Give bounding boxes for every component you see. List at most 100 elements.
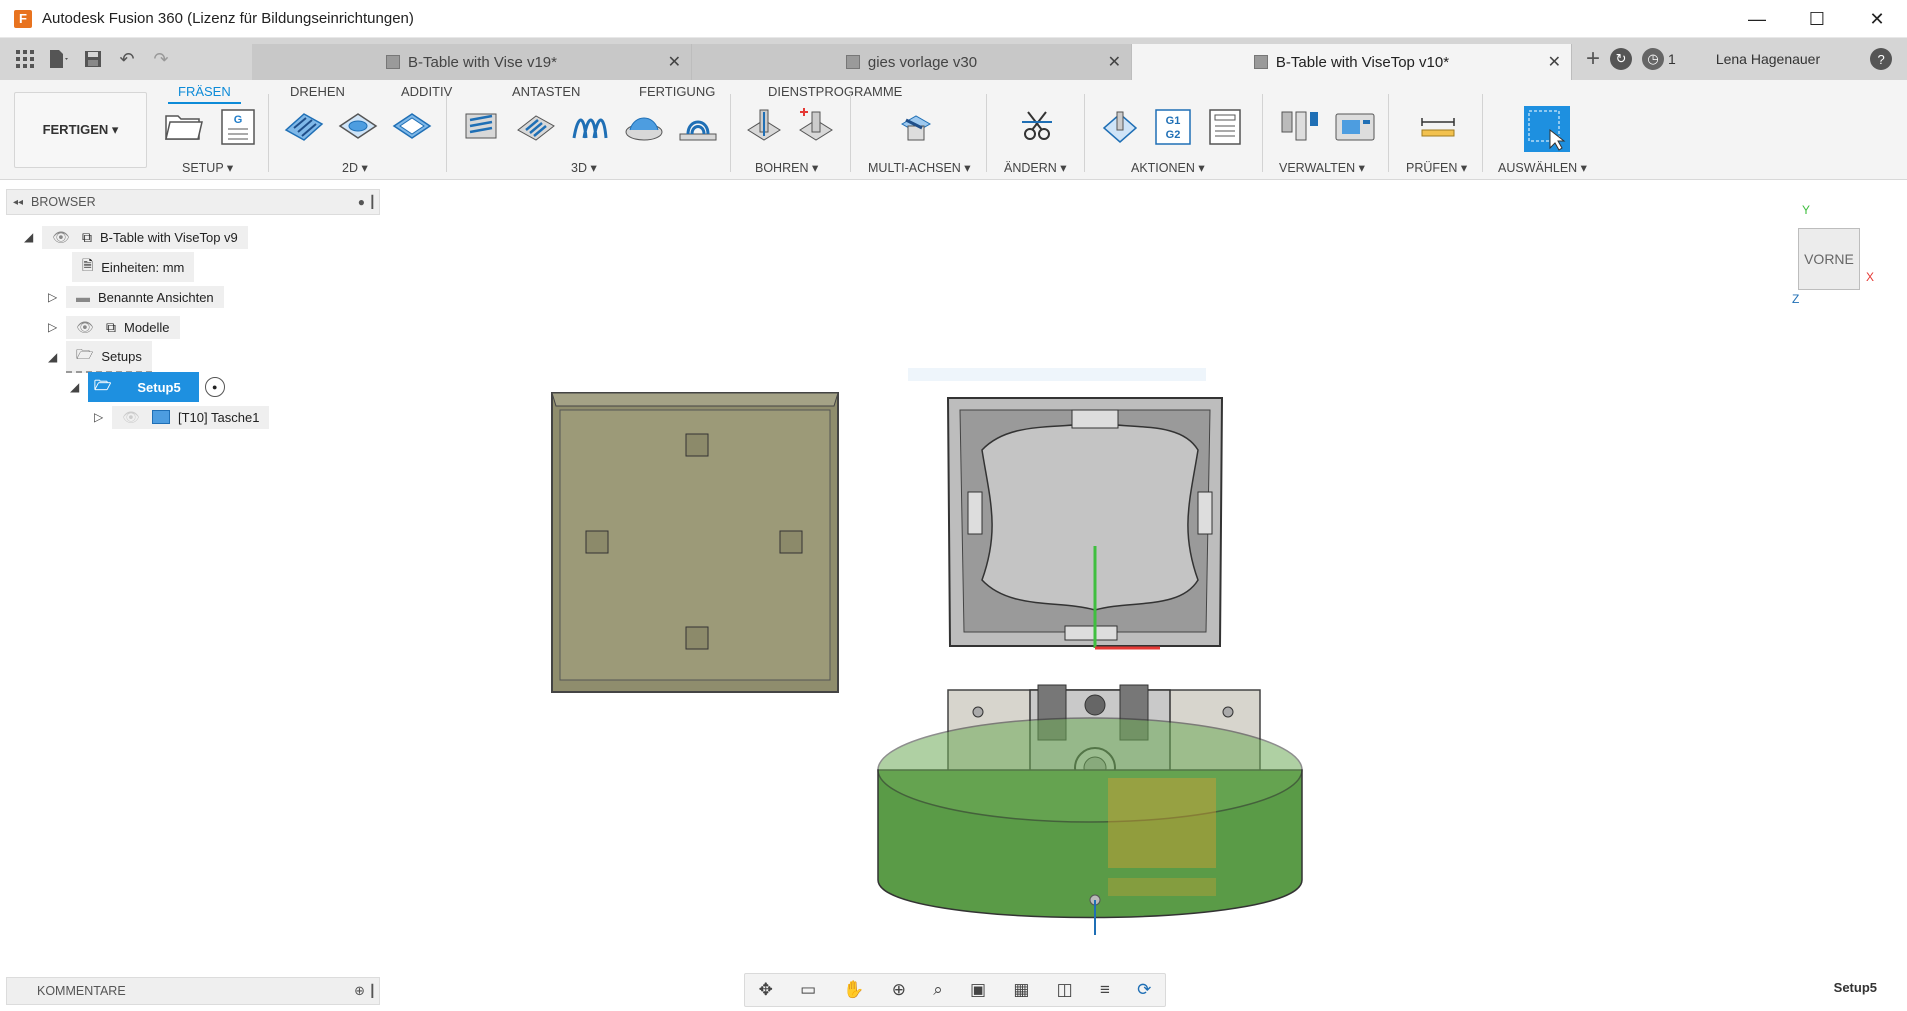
setup-sheet-icon[interactable] (1208, 108, 1244, 145)
tree-item-units[interactable]: 🗎 Einheiten: mm (72, 252, 195, 282)
pan-hand-icon[interactable]: ✋ (843, 980, 864, 1000)
nc-program-icon[interactable]: G (220, 108, 256, 145)
3d-pocket-icon[interactable] (516, 108, 555, 144)
group-multi-achsen[interactable]: MULTI-ACHSEN ▾ (868, 160, 971, 175)
tree-item-root[interactable]: ◢ 👁 ⧉ B-Table with ViseTop v9 (24, 225, 248, 249)
3d-adaptive-icon[interactable] (462, 108, 498, 144)
workspace-switcher-button[interactable]: FERTIGEN ▾ (14, 92, 147, 168)
zoom-window-icon[interactable]: ⌕ (933, 980, 943, 1000)
expand-triangle-icon[interactable]: ▷ (48, 290, 66, 304)
add-comment-icon[interactable]: ⊕ (354, 983, 365, 999)
minimize-button[interactable]: — (1727, 0, 1787, 38)
collapse-triangle-icon[interactable]: ◢ (70, 380, 88, 394)
navigation-toolbar: ✥ ▭ ✋ ⊕ ⌕ ▣ ▦ ◫ ≡ ⟳ (744, 973, 1166, 1007)
workpiece-visetop[interactable] (946, 397, 1224, 647)
maximize-button[interactable]: ☐ (1787, 0, 1847, 38)
2d-contour-icon[interactable] (392, 108, 432, 144)
viewports-icon[interactable]: ◫ (1057, 980, 1073, 1000)
tab-fraesen[interactable]: FRÄSEN (168, 84, 241, 104)
3d-contour-icon[interactable] (624, 108, 663, 144)
zoom-icon[interactable]: ⊕ (892, 980, 906, 1000)
2d-adaptive-icon[interactable] (284, 108, 324, 144)
3d-viewport-model[interactable] (540, 360, 1340, 940)
post-process-g1g2-icon[interactable]: G1 G2 (1154, 108, 1191, 145)
grid-icon[interactable]: ▦ (1013, 980, 1029, 1000)
tree-item-operation-tasche1[interactable]: ▷ 👁 [T10] Tasche1 (94, 405, 270, 429)
machine-library-icon[interactable] (1334, 108, 1375, 144)
tab-additiv[interactable]: ADDITIV (401, 84, 452, 99)
comments-grip-icon[interactable]: ┃ (369, 984, 376, 998)
group-auswaehlen[interactable]: AUSWÄHLEN ▾ (1498, 160, 1587, 175)
data-panel-grid-icon[interactable] (10, 44, 40, 74)
visibility-eye-icon[interactable]: 👁 (76, 319, 98, 336)
tab-fertigung[interactable]: FERTIGUNG (639, 84, 715, 99)
undo-icon[interactable]: ↶ (112, 44, 142, 74)
measure-icon[interactable] (1418, 108, 1455, 144)
tab-b-table-with-visetop[interactable]: B-Table with ViseTop v10* ✕ (1132, 44, 1572, 80)
group-setup[interactable]: SETUP ▾ (182, 160, 233, 175)
browser-minus-icon[interactable]: ● (358, 195, 365, 209)
modify-scissors-icon[interactable] (1018, 108, 1054, 144)
look-at-icon[interactable]: ▭ (800, 980, 816, 1000)
tree-item-setups[interactable]: ◢ 🗁 Setups (48, 341, 152, 373)
collapse-triangle-icon[interactable]: ◢ (48, 350, 66, 364)
snap-icon[interactable]: ≡ (1100, 980, 1110, 1000)
viewcube[interactable]: VORNE (1798, 228, 1860, 290)
viewcube-face-label[interactable]: VORNE (1804, 251, 1854, 267)
save-icon[interactable] (78, 44, 108, 74)
select-icon[interactable] (1524, 106, 1570, 152)
extensions-icon[interactable]: ↻ (1610, 48, 1633, 70)
tool-library-icon[interactable] (1280, 108, 1318, 144)
file-menu-icon[interactable] (44, 44, 74, 74)
group-aendern[interactable]: ÄNDERN ▾ (1004, 160, 1067, 175)
tree-item-models[interactable]: ▷ 👁 ⧉ Modelle (48, 315, 180, 339)
tab-close-icon[interactable]: ✕ (1548, 52, 1561, 72)
tree-item-setup5[interactable]: ◢ 🗁 Setup5 ● (70, 372, 225, 402)
2d-pocket-icon[interactable] (338, 108, 378, 144)
close-button[interactable]: ✕ (1847, 0, 1907, 38)
job-status-icon[interactable]: ◷ 1 (1642, 48, 1676, 70)
group-pruefen[interactable]: PRÜFEN ▾ (1406, 160, 1467, 175)
tree-item-named-views[interactable]: ▷ ▬ Benannte Ansichten (48, 285, 224, 309)
refresh-icon[interactable]: ⟳ (1137, 980, 1151, 1000)
tab-dienstprogramme[interactable]: DIENSTPROGRAMME (768, 84, 902, 99)
expand-triangle-icon[interactable]: ▷ (48, 320, 66, 334)
help-icon[interactable]: ? (1870, 48, 1893, 70)
hole-recognition-icon[interactable] (796, 108, 833, 144)
group-aktionen[interactable]: AKTIONEN ▾ (1131, 160, 1205, 175)
stock-plate-left[interactable] (551, 392, 839, 693)
rotary-table-fixture[interactable] (877, 717, 1303, 919)
3d-scallop-icon[interactable] (678, 108, 717, 144)
tab-antasten[interactable]: ANTASTEN (512, 84, 580, 99)
group-3d[interactable]: 3D ▾ (571, 160, 597, 175)
activate-radio-icon[interactable]: ● (204, 377, 225, 397)
user-name[interactable]: Lena Hagenauer (1716, 51, 1820, 67)
tab-close-icon[interactable]: ✕ (668, 52, 681, 72)
new-setup-folder-icon[interactable] (164, 108, 203, 144)
tab-b-table-with-vise[interactable]: B-Table with Vise v19* ✕ (252, 44, 692, 80)
group-bohren[interactable]: BOHREN ▾ (755, 160, 818, 175)
group-2d[interactable]: 2D ▾ (342, 160, 368, 175)
drill-icon[interactable] (744, 108, 781, 144)
tab-close-icon[interactable]: ✕ (1108, 52, 1121, 72)
orbit-icon[interactable]: ✥ (759, 980, 773, 1000)
display-settings-icon[interactable]: ▣ (970, 980, 986, 1000)
simulate-icon[interactable] (1100, 108, 1138, 144)
browser-panel-header[interactable]: ◂◂ BROWSER ● ┃ (6, 189, 380, 215)
setup-folder-icon: 🗁 (94, 377, 112, 393)
collapse-panel-icon[interactable]: ◂◂ (13, 197, 23, 208)
redo-icon[interactable]: ↷ (146, 44, 176, 74)
browser-grip-icon[interactable]: ┃ (369, 195, 376, 209)
group-verwalten[interactable]: VERWALTEN ▾ (1279, 160, 1365, 175)
new-tab-button[interactable]: + (1586, 45, 1600, 73)
hidden-eye-icon[interactable]: 👁 (122, 409, 144, 426)
multi-axis-icon[interactable] (896, 108, 932, 144)
3d-parallel-icon[interactable] (570, 108, 608, 144)
tree-item-label: Modelle (124, 319, 170, 335)
visibility-eye-icon[interactable]: 👁 (52, 229, 74, 246)
comments-panel-header[interactable]: KOMMENTARE ⊕ ┃ (6, 977, 380, 1005)
tab-drehen[interactable]: DREHEN (290, 84, 345, 99)
tab-gies-vorlage[interactable]: gies vorlage v30 ✕ (692, 44, 1132, 80)
expand-triangle-icon[interactable]: ▷ (94, 410, 112, 424)
collapse-triangle-icon[interactable]: ◢ (24, 230, 42, 244)
